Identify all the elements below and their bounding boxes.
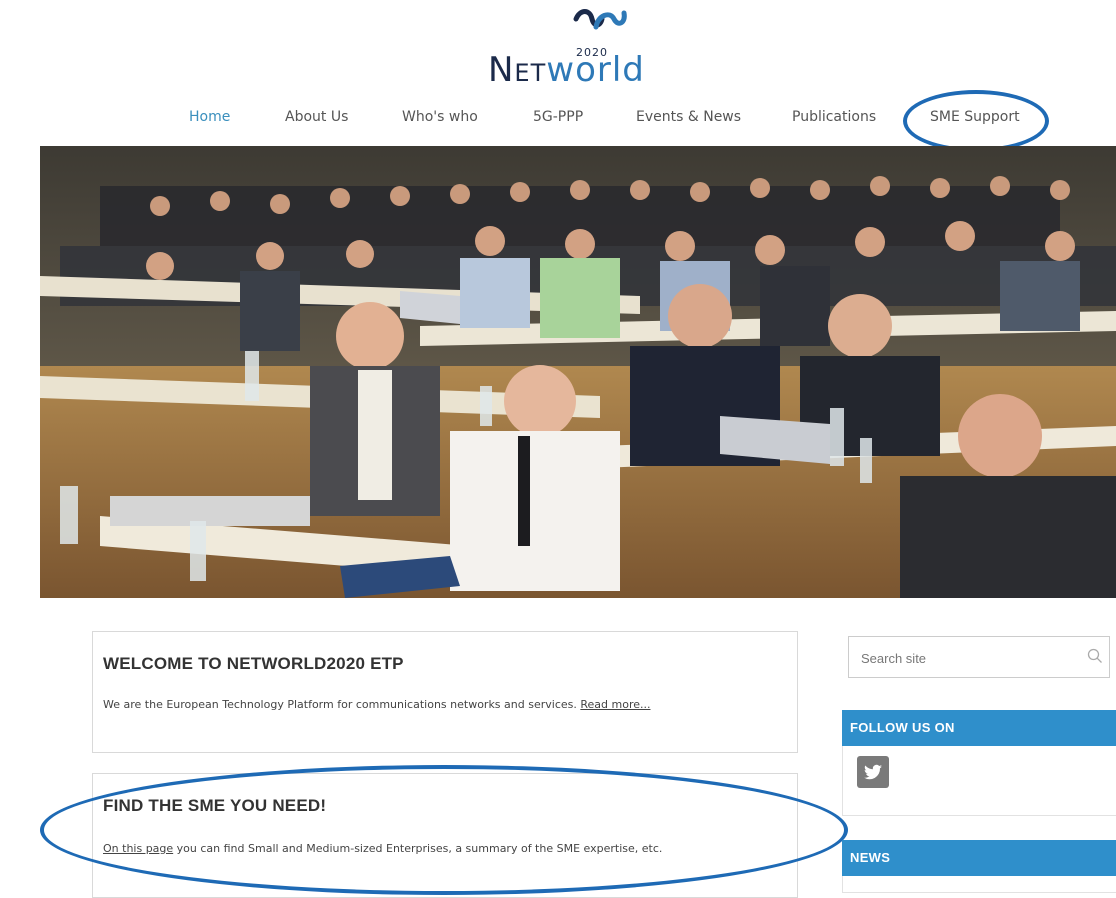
twitter-icon[interactable] — [857, 756, 889, 788]
nav-sme-support[interactable]: SME Support — [930, 109, 1020, 125]
logo-word-net: Net — [488, 50, 547, 90]
sme-text: On this page you can find Small and Medi… — [103, 842, 662, 855]
nav-home[interactable]: Home — [189, 109, 230, 125]
sme-title: FIND THE SME YOU NEED! — [103, 796, 327, 815]
search-box — [848, 636, 1110, 679]
nav-5g-ppp[interactable]: 5G-PPP — [533, 109, 583, 125]
logo-word-world: world — [546, 50, 645, 90]
follow-us-header: FOLLOW US ON — [842, 710, 1116, 746]
site-logo[interactable]: 2020 Networld — [488, 5, 728, 90]
welcome-panel: WELCOME TO NETWORLD2020 ETP We are the E… — [92, 631, 798, 753]
welcome-text: We are the European Technology Platform … — [103, 698, 650, 711]
on-this-page-link[interactable]: On this page — [103, 842, 173, 855]
nav-about-us[interactable]: About Us — [285, 109, 348, 125]
read-more-link[interactable]: Read more... — [580, 698, 650, 711]
hero-image — [40, 146, 1116, 598]
news-body — [842, 876, 1116, 893]
sme-panel: FIND THE SME YOU NEED! On this page you … — [92, 773, 798, 898]
follow-us-body — [842, 746, 1116, 816]
search-input[interactable] — [859, 637, 1073, 679]
welcome-title: WELCOME TO NETWORLD2020 ETP — [103, 654, 404, 673]
sme-text-body: you can find Small and Medium-sized Ente… — [173, 842, 663, 855]
welcome-text-body: We are the European Technology Platform … — [103, 698, 577, 711]
logo-mark-icon — [573, 9, 627, 30]
search-icon[interactable] — [1087, 648, 1103, 664]
logo-wordmark: Networld — [488, 53, 645, 87]
news-header: NEWS — [842, 840, 1116, 876]
nav-whos-who[interactable]: Who's who — [402, 109, 478, 125]
nav-publications[interactable]: Publications — [792, 109, 876, 125]
nav-events-news[interactable]: Events & News — [636, 109, 741, 125]
main-nav: Home About Us Who's who 5G-PPP Events & … — [0, 100, 1116, 136]
